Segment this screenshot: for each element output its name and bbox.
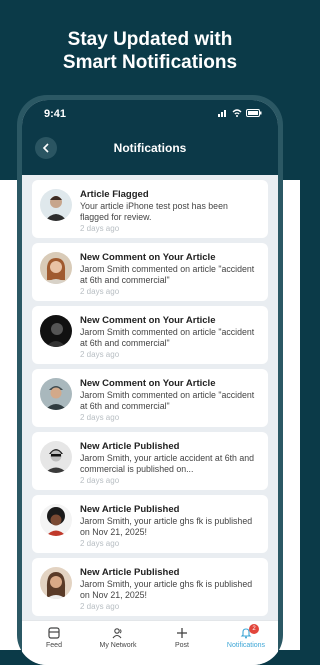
phone-screen: 9:41 Notifications Article Flagged Your … [22, 100, 278, 665]
wifi-icon [232, 109, 242, 117]
notification-time: 2 days ago [80, 602, 120, 611]
avatar [40, 441, 72, 473]
signal-icon [218, 110, 226, 117]
notification-card[interactable]: New Article Published Jarom Smith, your … [32, 558, 268, 616]
tab-label: Post [174, 642, 189, 649]
tab-notifications[interactable]: 2 Notifications [214, 621, 278, 665]
notification-list[interactable]: Article Flagged Your article iPhone test… [22, 175, 278, 621]
notification-time: 2 days ago [80, 476, 120, 485]
feed-icon [48, 627, 60, 639]
battery-icon [246, 109, 262, 117]
top-bar: 9:41 Notifications [22, 100, 278, 175]
notification-time: 2 days ago [80, 539, 120, 548]
notification-title: New Article Published [80, 504, 180, 515]
notification-title: New Article Published [80, 441, 180, 452]
tab-label: Notifications [226, 642, 266, 649]
tab-my-network[interactable]: My Network [86, 621, 150, 665]
notification-body: Your article iPhone test post has been f… [80, 201, 228, 222]
avatar [40, 315, 72, 347]
notification-title: New Article Published [80, 567, 180, 578]
headline-line-2: Smart Notifications [62, 52, 238, 73]
notification-card[interactable]: New Comment on Your Article Jarom Smith … [32, 243, 268, 301]
notification-title: New Comment on Your Article [80, 252, 216, 263]
headline: Stay Updated with Smart Notifications [0, 28, 300, 74]
notification-time: 2 days ago [80, 413, 120, 422]
avatar [40, 189, 72, 221]
tab-label: Feed [46, 642, 62, 649]
page-title: Notifications [113, 141, 187, 155]
notification-title: Article Flagged [80, 189, 149, 200]
tab-post[interactable]: Post [150, 621, 214, 665]
notification-body: Jarom Smith commented on article "accide… [80, 390, 255, 411]
avatar [40, 378, 72, 410]
notification-body: Jarom Smith, your article accident at 6t… [80, 453, 255, 474]
notification-time: 2 days ago [80, 350, 120, 359]
notification-card[interactable]: Article Flagged Your article iPhone test… [32, 180, 268, 238]
tab-feed[interactable]: Feed [22, 621, 86, 665]
phone-frame: 9:41 Notifications Article Flagged Your … [17, 95, 283, 665]
avatar [40, 252, 72, 284]
network-icon [112, 628, 122, 639]
headline-line-1: Stay Updated with [67, 29, 233, 50]
notification-card[interactable]: New Article Published Jarom Smith, your … [32, 432, 268, 490]
bottom-tab-bar: Feed My Network Post 2 Notifications [22, 620, 278, 665]
avatar [40, 504, 72, 536]
notification-body: Jarom Smith commented on article "accide… [80, 264, 255, 285]
notification-time: 2 days ago [80, 287, 120, 296]
notification-card[interactable]: New Article Published Jarom Smith, your … [32, 495, 268, 553]
notification-badge: 2 [249, 624, 259, 634]
status-icons [218, 109, 262, 117]
notification-body: Jarom Smith, your article ghs fk is publ… [80, 516, 253, 537]
notification-title: New Comment on Your Article [80, 315, 216, 326]
notification-card[interactable]: New Comment on Your Article Jarom Smith … [32, 306, 268, 364]
notification-body: Jarom Smith, your article ghs fk is publ… [80, 579, 253, 600]
avatar [40, 567, 72, 599]
notification-card[interactable]: New Comment on Your Article Jarom Smith … [32, 369, 268, 427]
notification-time: 2 days ago [80, 224, 120, 233]
notification-title: New Comment on Your Article [80, 378, 216, 389]
notification-body: Jarom Smith commented on article "accide… [80, 327, 255, 348]
tab-label: My Network [99, 642, 137, 649]
status-time: 9:41 [44, 108, 67, 120]
plus-icon [177, 628, 187, 638]
